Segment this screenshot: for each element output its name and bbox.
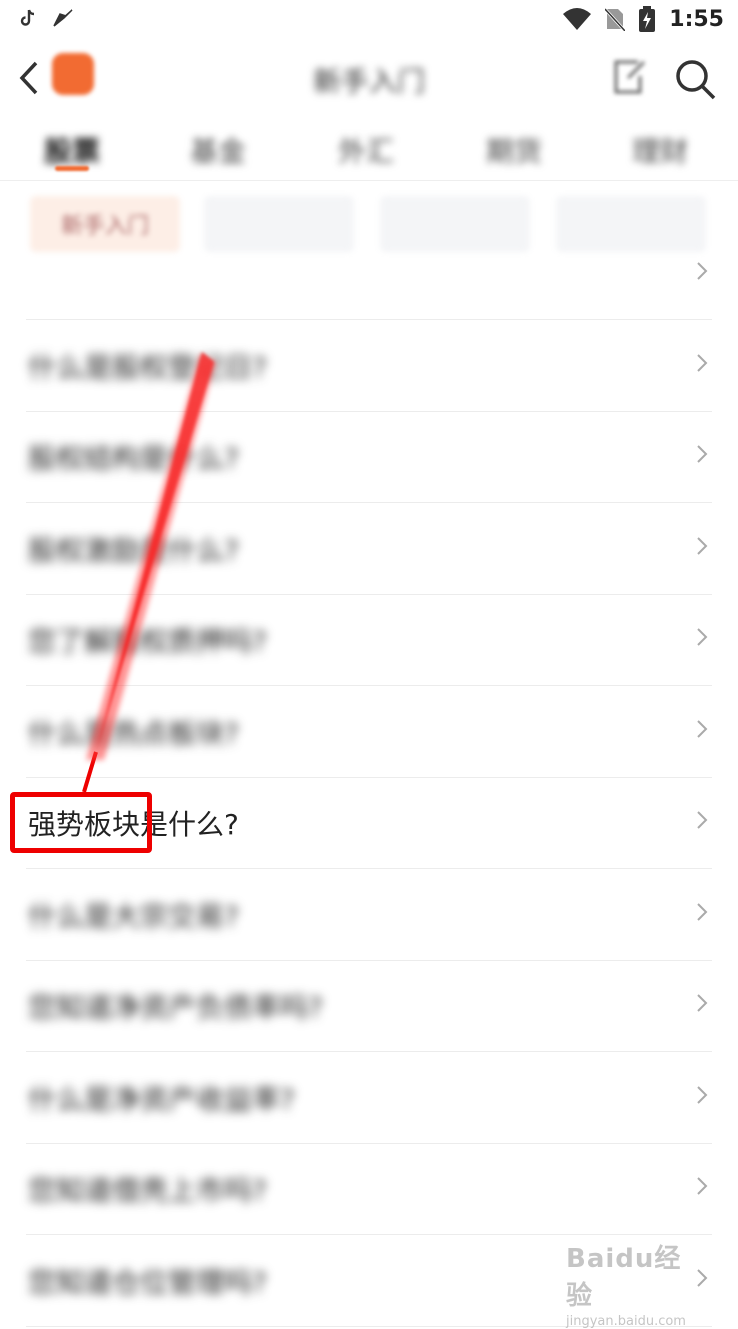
list-item[interactable]: 您知道借壳上市吗? (26, 1143, 712, 1235)
send-icon (53, 9, 73, 27)
list-item-title: 什么是净资产收益率? (28, 1082, 295, 1116)
share-icon[interactable] (608, 58, 648, 98)
chevron-right-icon (697, 811, 708, 829)
list-item[interactable]: 您了解股权质押吗? (26, 594, 712, 686)
tab-stocks[interactable]: 股票 (44, 130, 100, 170)
list-item-title: 您知道净资产负债率吗? (28, 991, 323, 1024)
battery-charging-icon (639, 6, 656, 32)
list-item-title: 股权结构是什么? (28, 442, 239, 475)
list-item[interactable] (26, 228, 712, 320)
list-item-title: 股权激励是什么? (28, 533, 239, 567)
chevron-right-icon (697, 1085, 708, 1104)
highlight-box (10, 792, 152, 853)
no-sim-icon (605, 7, 626, 31)
chevron-right-icon (697, 902, 708, 921)
list-item[interactable]: 什么是热点板块? (26, 686, 712, 778)
chevron-right-icon (697, 719, 708, 738)
status-time: 1:55 (669, 6, 724, 32)
chevron-right-icon (697, 353, 708, 372)
category-tabs: 股票 基金 外汇 期货 理财 (0, 120, 738, 181)
list-item[interactable]: 什么是股权登记日? (26, 320, 712, 412)
list-item[interactable]: 什么是净资产收益率? (26, 1052, 712, 1144)
tab-wealth[interactable]: 理财 (632, 130, 688, 170)
search-icon[interactable] (672, 56, 718, 102)
watermark-brand: Baidu经验 (566, 1244, 682, 1311)
chevron-right-icon (697, 1177, 708, 1195)
list-item-title: 您知道仓位管理吗? (28, 1265, 267, 1299)
list-item[interactable]: 股权结构是什么? (26, 411, 712, 503)
list-item-title: 什么是股权登记日? (28, 350, 267, 384)
list-item-title: 您了解股权质押吗? (28, 625, 267, 658)
top-app-bar: 新手入门 (0, 40, 738, 120)
watermark-url: jingyan.baidu.com (566, 1314, 686, 1329)
chevron-right-icon (697, 536, 708, 555)
tab-forex[interactable]: 外汇 (338, 130, 394, 170)
tab-futures[interactable]: 期货 (486, 130, 542, 170)
chevron-right-icon (697, 628, 708, 646)
tiktok-icon (20, 9, 35, 26)
chevron-right-icon (697, 262, 708, 280)
chevron-right-icon (697, 445, 708, 463)
tab-funds[interactable]: 基金 (190, 130, 246, 170)
baidu-watermark: Baidu经验 jingyan.baidu.com (566, 1238, 706, 1329)
chevron-right-icon (697, 994, 708, 1012)
list-item[interactable]: 您知道净资产负债率吗? (26, 960, 712, 1052)
list-item[interactable]: 股权激励是什么? (26, 503, 712, 595)
wifi-icon (563, 8, 592, 30)
list-item[interactable]: 什么是大宗交易? (26, 869, 712, 961)
list-item-title: 您知道借壳上市吗? (28, 1174, 267, 1207)
list-item-title: 什么是大宗交易? (28, 899, 239, 933)
tab-indicator (55, 166, 89, 171)
status-bar: 1:55 (0, 0, 738, 40)
list-item-title: 什么是热点板块? (28, 716, 239, 750)
